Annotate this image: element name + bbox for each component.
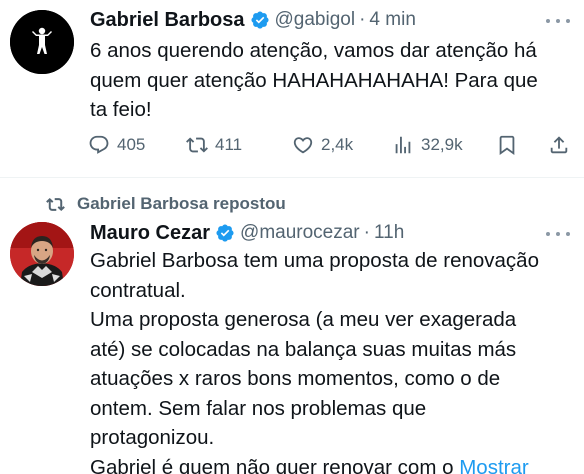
- more-options-icon[interactable]: [546, 230, 570, 238]
- reply-icon: [89, 135, 109, 154]
- avatar-maurocezar[interactable]: [10, 222, 74, 286]
- timestamp[interactable]: 11h: [374, 221, 404, 245]
- tweet-text-line: Uma proposta generosa (a meu ver exagera…: [90, 308, 517, 331]
- verified-badge-icon: [216, 224, 234, 242]
- author-handle[interactable]: @gabigol: [275, 8, 356, 32]
- share-icon: [550, 136, 568, 154]
- author-name[interactable]: Mauro Cezar: [90, 221, 210, 245]
- tweet-divider: [0, 177, 584, 178]
- repost-button[interactable]: 411: [186, 132, 242, 158]
- tweet-text: 6 anos querendo atenção, vamos dar atenç…: [90, 36, 570, 125]
- profile-photo: [10, 222, 74, 286]
- bookmark-icon: [499, 135, 515, 156]
- tweet-gabigol[interactable]: Gabriel Barbosa @gabigol · 4 min 6 anos …: [0, 0, 584, 178]
- tweet-text-line: ta feio!: [90, 98, 152, 121]
- show-more-link[interactable]: Mostrar: [459, 456, 528, 474]
- tweet-actions: 405 411 2,4k 32,9k: [88, 132, 572, 158]
- bookmark-button[interactable]: [496, 132, 518, 158]
- view-count: 32,9k: [421, 135, 463, 154]
- share-button[interactable]: [548, 132, 570, 158]
- tweet-text-line: quem quer atenção HAHAHAHAHAHA! Para que: [90, 68, 538, 92]
- reply-count: 405: [117, 135, 146, 154]
- tweet-text-fragment: Gabriel é quem não quer renovar com o: [90, 455, 454, 474]
- separator-dot: ·: [359, 9, 366, 30]
- views-button[interactable]: 32,9k: [392, 132, 463, 158]
- tweet-text-line: Gabriel Barbosa tem uma proposta de reno…: [90, 249, 539, 272]
- verified-badge-icon: [250, 11, 269, 29]
- repost-header-label: Gabriel Barbosa repostou: [77, 194, 286, 213]
- repost-icon: [186, 137, 208, 153]
- tweet-header: Gabriel Barbosa @gabigol · 4 min: [90, 8, 416, 32]
- tweet-text-line: contratual.: [90, 278, 186, 302]
- like-button[interactable]: 2,4k: [292, 132, 353, 158]
- tweet-text-line: atuações x raros bons momentos, como o d…: [90, 367, 501, 390]
- reply-button[interactable]: 405: [88, 132, 145, 158]
- tweet-text-line-last: Gabriel é quem não quer renovar com o Mo…: [90, 453, 570, 474]
- tweet-text-line: até) se colocadas na balança suas muitas…: [90, 337, 517, 361]
- heart-icon: [293, 137, 313, 154]
- author-handle[interactable]: @maurocezar: [240, 221, 360, 245]
- separator-dot: ·: [363, 222, 370, 243]
- tweet-text: Gabriel Barbosa tem uma proposta de reno…: [90, 246, 570, 474]
- timestamp[interactable]: 4 min: [369, 8, 415, 32]
- repost-count: 411: [215, 135, 243, 154]
- repost-icon: [46, 197, 65, 211]
- tweet-text-line: ontem. Sem falar nos problemas que: [90, 396, 427, 420]
- repost-header[interactable]: Gabriel Barbosa repostou: [46, 194, 286, 214]
- tweet-text-line: protagonizou.: [90, 426, 215, 449]
- tweet-header: Mauro Cezar @maurocezar · 11h: [90, 221, 404, 245]
- like-count: 2,4k: [321, 135, 354, 154]
- views-chart-icon: [395, 136, 411, 154]
- more-options-icon[interactable]: [546, 17, 570, 25]
- author-name[interactable]: Gabriel Barbosa: [90, 8, 245, 32]
- avatar-gabigol[interactable]: [10, 10, 74, 74]
- tweet-text-line: 6 anos querendo atenção, vamos dar atenç…: [90, 39, 537, 62]
- athlete-silhouette-icon: [10, 10, 74, 74]
